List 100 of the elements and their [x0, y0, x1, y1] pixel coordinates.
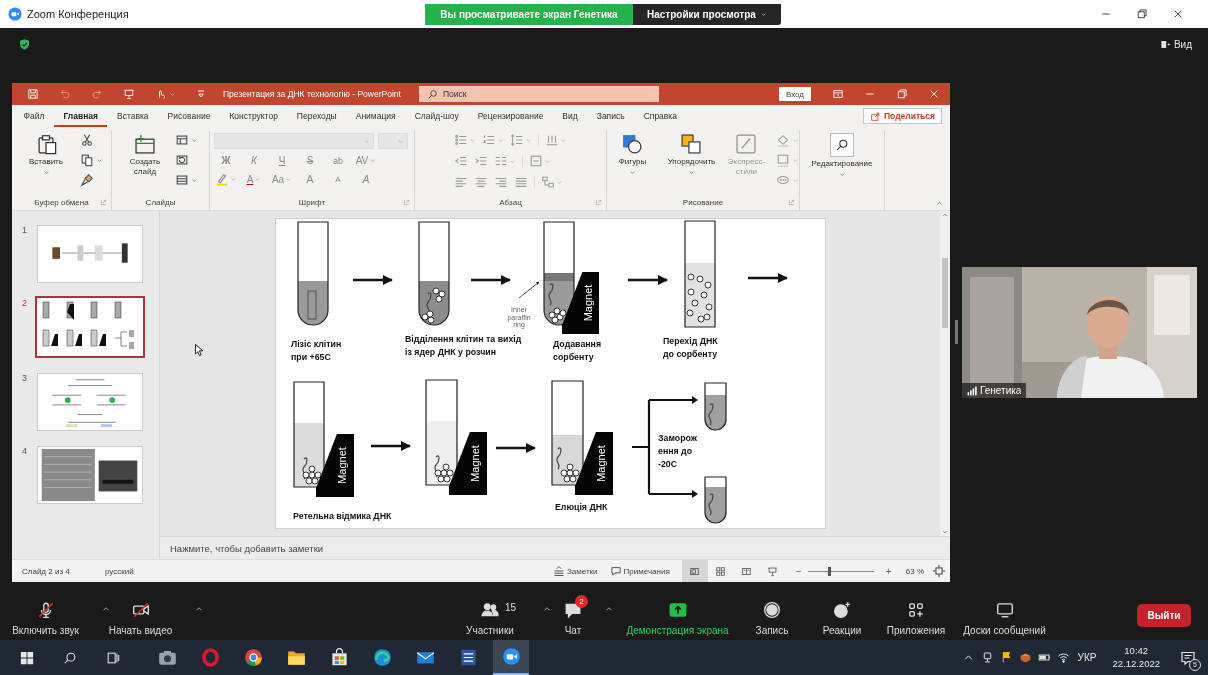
align-right-button[interactable] — [494, 175, 508, 189]
ribbon-tab[interactable]: Вид — [552, 105, 588, 127]
dialog-launcher-icon[interactable] — [788, 199, 795, 207]
ribbon-tab[interactable]: Переходы — [287, 105, 347, 127]
start-icon[interactable] — [20, 650, 34, 665]
shape-outline-button[interactable] — [776, 153, 799, 167]
notification-icon[interactable] — [1180, 649, 1196, 666]
taskbar-app[interactable] — [493, 640, 529, 675]
highlight-button[interactable] — [214, 172, 238, 186]
video-app-icon — [501, 647, 521, 666]
increase-indent-button[interactable] — [474, 154, 488, 168]
scroll-down-icon[interactable] — [941, 528, 949, 536]
language-indicator[interactable]: УКР — [1077, 652, 1097, 663]
search-icon — [427, 88, 438, 100]
brush-icon — [80, 173, 94, 187]
toolbar-label: Приложения — [886, 624, 946, 636]
comments-button[interactable]: Примечания — [609, 565, 670, 577]
new-slide-button[interactable]: Создать слайд — [123, 133, 167, 177]
ribbon-tab[interactable]: Конструктор — [219, 105, 288, 127]
clock[interactable]: 10:42 22.12.2022 — [1112, 644, 1160, 671]
ribbon-tab[interactable]: Справка — [634, 105, 687, 127]
slide-thumbnail[interactable] — [35, 295, 145, 358]
reactions-button[interactable]: Реакции — [814, 594, 870, 636]
security-shield-icon[interactable] — [18, 37, 31, 51]
arrow — [627, 274, 668, 285]
whiteboards-button[interactable]: Доски сообщений — [955, 594, 1054, 636]
ribbon-tab[interactable]: Главная — [53, 105, 108, 127]
paint-bucket-icon — [776, 133, 790, 147]
video-button[interactable]: Начать видео — [100, 594, 181, 636]
task-view-icon[interactable] — [106, 650, 120, 665]
align-text-button[interactable] — [529, 154, 551, 168]
bulleted-list-icon — [454, 133, 468, 147]
dialog-launcher-icon[interactable] — [595, 199, 602, 207]
notes-field[interactable]: Нажмите, чтобы добавить заметки — [160, 536, 950, 559]
view-options-button[interactable]: Настройки просмотра — [633, 3, 781, 25]
search-icon — [835, 138, 849, 152]
align-left-button[interactable] — [454, 175, 468, 189]
text-direction-button[interactable] — [545, 133, 567, 147]
package-icon[interactable] — [1018, 651, 1032, 664]
numbered-list-button[interactable] — [482, 133, 504, 147]
normal-view-button[interactable] — [681, 560, 708, 582]
slideshow-icon — [767, 565, 779, 577]
smartart-button[interactable] — [541, 175, 563, 189]
battery-icon[interactable] — [1037, 651, 1051, 664]
share-button[interactable]: Демонстрация экрана — [618, 594, 737, 636]
apps-button[interactable]: Приложения — [878, 594, 954, 636]
layout-button[interactable] — [175, 133, 198, 147]
share-button[interactable]: Поделиться — [863, 108, 942, 124]
notes-button[interactable]: Заметки — [552, 565, 598, 577]
shape-fill-button[interactable] — [776, 133, 799, 147]
line-spacing-button[interactable] — [510, 133, 532, 147]
sign-in-button[interactable]: Вход — [779, 87, 811, 101]
caret-icon — [369, 157, 377, 164]
decrease-indent-button[interactable] — [454, 154, 468, 168]
language-label[interactable]: русский — [105, 566, 134, 576]
ribbon-tab[interactable]: Рисование — [158, 105, 220, 127]
dialog-launcher-icon[interactable] — [100, 199, 107, 207]
fit-to-window-icon[interactable] — [932, 564, 946, 578]
record-button[interactable]: Запись — [747, 594, 797, 636]
search-field[interactable]: Поиск — [419, 86, 659, 102]
dialog-launcher-icon[interactable] — [403, 199, 410, 207]
ribbon-tab[interactable]: Анимация — [346, 105, 406, 127]
align-center-button[interactable] — [474, 175, 488, 189]
caret-icon — [191, 176, 198, 184]
zoom-out-button[interactable]: − — [791, 565, 806, 577]
ribbon-tab[interactable]: Слайд-шоу — [405, 105, 469, 127]
scrollbar[interactable] — [940, 210, 950, 536]
caret-icon — [759, 10, 767, 18]
leave-button[interactable]: Выйти — [1137, 603, 1191, 627]
ribbon-tab[interactable]: Запись — [587, 105, 635, 127]
paste-button[interactable]: Вставить — [20, 133, 72, 176]
justify-button[interactable] — [514, 175, 528, 189]
view-button[interactable]: Вид — [1159, 38, 1192, 50]
scroll-thumb[interactable] — [942, 258, 948, 329]
search-icon[interactable] — [63, 650, 77, 665]
zoom-level[interactable]: 63 % — [905, 566, 924, 576]
ribbon-tab[interactable]: Рецензирование — [468, 105, 553, 127]
arrange-button[interactable]: Упорядочить — [665, 133, 717, 176]
resize-handle[interactable] — [955, 320, 958, 344]
participants-button[interactable]: 15 Участники — [458, 594, 528, 636]
chat-button[interactable]: 2 Чат — [556, 594, 590, 636]
zoom-slider-thumb[interactable] — [827, 566, 831, 576]
participant-count: 15 — [505, 601, 517, 613]
copy-button[interactable] — [80, 153, 103, 167]
align-center-icon — [474, 175, 488, 189]
columns-button[interactable] — [494, 154, 516, 168]
zoom-in-button[interactable]: + — [881, 565, 896, 577]
ribbon-tab[interactable]: Файл — [14, 105, 54, 127]
shape-effects-button[interactable] — [776, 173, 799, 187]
font-size-field[interactable] — [378, 133, 408, 149]
bulleted-list-button[interactable] — [454, 133, 476, 147]
shapes-button[interactable]: Фигуры — [607, 133, 658, 176]
ribbon-tab[interactable]: Вставка — [107, 105, 159, 127]
redo-icon — [91, 88, 103, 100]
caret-icon — [556, 178, 563, 186]
mic-button[interactable]: Включить звук — [4, 594, 87, 636]
section-button[interactable] — [175, 173, 198, 187]
font-name-field[interactable] — [214, 133, 374, 149]
editing-button[interactable]: Редактирование — [805, 133, 879, 178]
wifi-icon[interactable] — [1056, 651, 1070, 664]
